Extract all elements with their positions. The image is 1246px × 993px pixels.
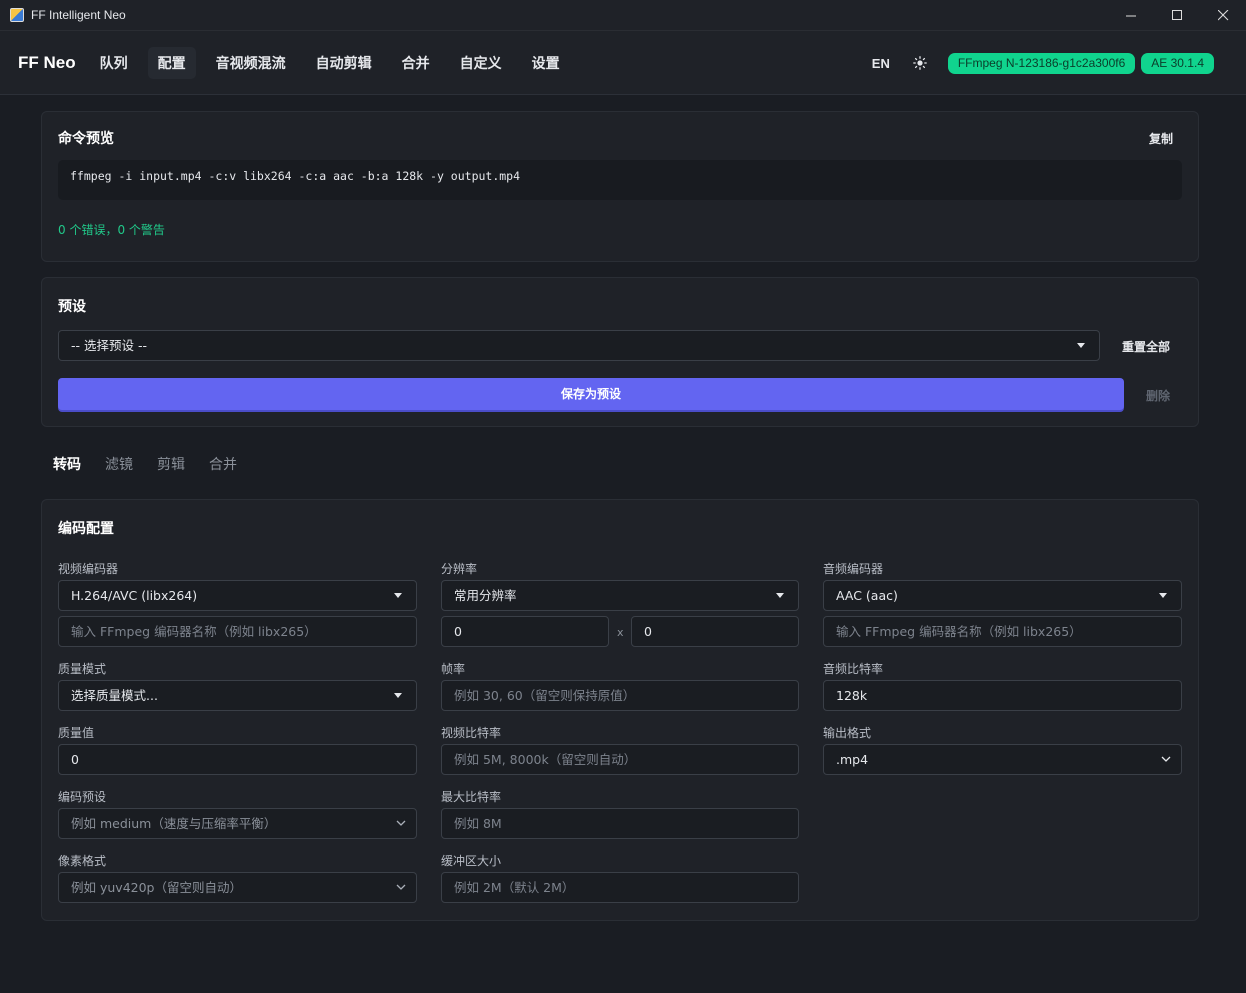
validation-status: 0 个错误，0 个警告: [58, 223, 165, 237]
caret-down-icon: [394, 593, 402, 598]
nav-item-auto-edit[interactable]: 自动剪辑: [306, 47, 382, 79]
nav-item-merge[interactable]: 合并: [392, 47, 440, 79]
audio-bitrate-label: 音频比特率: [823, 662, 884, 676]
nav-bar: FF Neo 队列 配置 音视频混流 自动剪辑 合并 自定义 设置 EN FFm…: [0, 31, 1246, 95]
quality-mode-select[interactable]: 选择质量模式...: [58, 680, 417, 711]
pixel-format-label: 像素格式: [58, 854, 107, 868]
resolution-label: 分辨率: [441, 562, 478, 576]
encode-preset-placeholder: 例如 medium（速度与压缩率平衡）: [71, 816, 277, 831]
brand: FF Neo: [18, 52, 76, 72]
quality-mode-label: 质量模式: [58, 662, 107, 676]
nav-item-mux[interactable]: 音视频混流: [206, 47, 296, 79]
close-icon[interactable]: [1200, 0, 1246, 31]
encode-preset-combo[interactable]: 例如 medium（速度与压缩率平衡）: [58, 808, 417, 839]
config-tabs: 转码 滤镜 剪辑 合并: [53, 454, 261, 474]
title-bar: FF Intelligent Neo: [0, 0, 1246, 31]
max-bitrate-label: 最大比特率: [441, 790, 502, 804]
framerate-label: 帧率: [441, 662, 466, 676]
window-controls: [1108, 0, 1246, 31]
video-bitrate-label: 视频比特率: [441, 726, 502, 740]
preset-select-value: -- 选择预设 --: [71, 338, 147, 353]
nav-item-settings[interactable]: 设置: [522, 47, 570, 79]
encode-preset-label: 编码预设: [58, 790, 107, 804]
audio-encoder-custom-input[interactable]: 输入 FFmpeg 编码器名称（例如 libx265）: [823, 616, 1182, 647]
chevron-down-icon: [396, 820, 406, 826]
resolution-separator: x: [617, 626, 624, 639]
nav-right: EN FFmpeg N-123186-g1c2a300f6 AE 30.1.4: [872, 31, 1214, 95]
pixel-format-combo[interactable]: 例如 yuv420p（留空则自动）: [58, 872, 417, 903]
preset-card: 预设 -- 选择预设 -- 重置全部 保存为预设 删除: [41, 277, 1199, 427]
command-preview-card: 命令预览 复制 ffmpeg -i input.mp4 -c:v libx264…: [41, 111, 1199, 262]
nav-item-custom[interactable]: 自定义: [450, 47, 512, 79]
caret-down-icon: [776, 593, 784, 598]
quality-value-input[interactable]: 0: [58, 744, 417, 775]
pixel-format-placeholder: 例如 yuv420p（留空则自动）: [71, 880, 242, 895]
chevron-down-icon: [396, 884, 406, 890]
delete-preset-button[interactable]: 删除: [1146, 387, 1170, 404]
max-bitrate-input[interactable]: 例如 8M: [441, 808, 799, 839]
audio-encoder-custom-placeholder: 输入 FFmpeg 编码器名称（例如 libx265）: [836, 624, 1082, 639]
preset-select[interactable]: -- 选择预设 --: [58, 330, 1100, 361]
width-input[interactable]: 0: [441, 616, 609, 647]
output-format-value: .mp4: [836, 752, 869, 767]
app-icon: [10, 8, 24, 22]
quality-mode-value: 选择质量模式...: [71, 688, 158, 703]
output-format-combo[interactable]: .mp4: [823, 744, 1182, 775]
encode-config-title: 编码配置: [58, 521, 114, 537]
maximize-icon[interactable]: [1154, 0, 1200, 31]
video-encoder-label: 视频编码器: [58, 562, 119, 576]
nav-item-config[interactable]: 配置: [147, 46, 196, 79]
tab-filters[interactable]: 滤镜: [105, 454, 133, 474]
quality-value-label: 质量值: [58, 726, 95, 740]
resolution-select[interactable]: 常用分辨率: [441, 580, 799, 611]
video-encoder-value: H.264/AVC (libx264): [71, 588, 198, 603]
max-bitrate-placeholder: 例如 8M: [454, 816, 502, 831]
video-encoder-custom-placeholder: 输入 FFmpeg 编码器名称（例如 libx265）: [71, 624, 317, 639]
tab-transcode[interactable]: 转码: [53, 454, 81, 474]
minimize-icon[interactable]: [1108, 0, 1154, 31]
caret-down-icon: [1077, 343, 1085, 348]
tab-clip[interactable]: 剪辑: [157, 454, 185, 474]
video-bitrate-placeholder: 例如 5M, 8000k（留空则自动）: [454, 752, 637, 767]
window-title: FF Intelligent Neo: [31, 8, 126, 22]
video-encoder-custom-input[interactable]: 输入 FFmpeg 编码器名称（例如 libx265）: [58, 616, 417, 647]
ffmpeg-version-badge: FFmpeg N-123186-g1c2a300f6: [947, 52, 1136, 74]
audio-encoder-value: AAC (aac): [836, 588, 898, 603]
video-bitrate-input[interactable]: 例如 5M, 8000k（留空则自动）: [441, 744, 799, 775]
language-toggle[interactable]: EN: [872, 56, 890, 71]
video-encoder-select[interactable]: H.264/AVC (libx264): [58, 580, 417, 611]
preset-title: 预设: [58, 299, 86, 315]
command-text: ffmpeg -i input.mp4 -c:v libx264 -c:a aa…: [58, 160, 1182, 200]
save-preset-button[interactable]: 保存为预设: [58, 378, 1124, 410]
buffer-size-label: 缓冲区大小: [441, 854, 502, 868]
reset-all-button[interactable]: 重置全部: [1122, 338, 1170, 355]
audio-encoder-select[interactable]: AAC (aac): [823, 580, 1182, 611]
sun-icon[interactable]: [912, 55, 928, 71]
ae-version-badge: AE 30.1.4: [1141, 52, 1214, 74]
framerate-input[interactable]: 例如 30, 60（留空则保持原值）: [441, 680, 799, 711]
width-value: 0: [454, 624, 462, 639]
audio-bitrate-value: 128k: [836, 688, 868, 703]
height-value: 0: [644, 624, 652, 639]
resolution-value: 常用分辨率: [454, 588, 517, 603]
buffer-size-placeholder: 例如 2M（默认 2M）: [454, 880, 575, 895]
command-preview-title: 命令预览: [58, 131, 114, 147]
output-format-label: 输出格式: [823, 726, 872, 740]
nav-item-queue[interactable]: 队列: [90, 47, 138, 79]
framerate-placeholder: 例如 30, 60（留空则保持原值）: [454, 688, 636, 703]
caret-down-icon: [394, 693, 402, 698]
buffer-size-input[interactable]: 例如 2M（默认 2M）: [441, 872, 799, 903]
copy-button[interactable]: 复制: [1149, 130, 1173, 147]
tab-merge[interactable]: 合并: [209, 454, 237, 474]
chevron-down-icon: [1161, 756, 1171, 762]
quality-value-text: 0: [71, 752, 79, 767]
height-input[interactable]: 0: [631, 616, 799, 647]
caret-down-icon: [1159, 593, 1167, 598]
audio-encoder-label: 音频编码器: [823, 562, 884, 576]
audio-bitrate-input[interactable]: 128k: [823, 680, 1182, 711]
